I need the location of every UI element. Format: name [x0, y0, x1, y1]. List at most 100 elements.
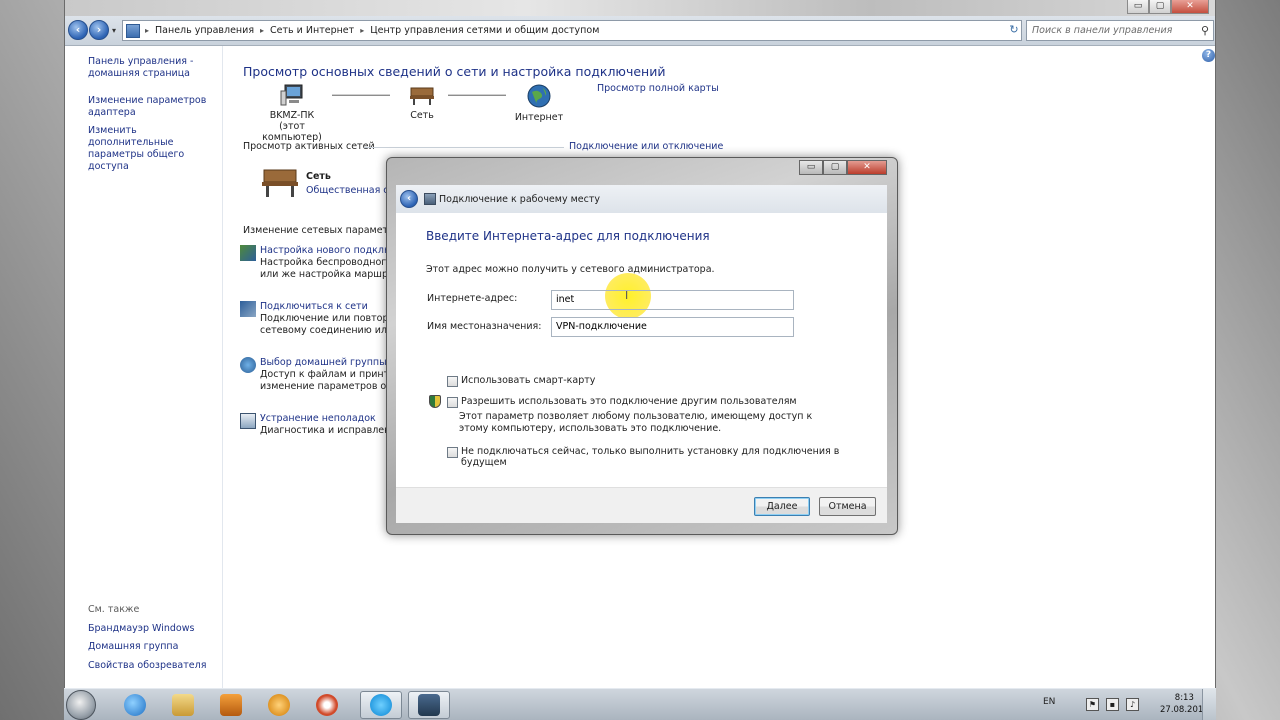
active-networks-label: Просмотр активных сетей [243, 141, 375, 152]
dialog-minimize-button[interactable]: ▭ [799, 160, 823, 175]
start-button[interactable] [66, 690, 96, 720]
map-node-computer[interactable]: BKMZ-ПК (этот компьютер) [256, 84, 328, 143]
search-input[interactable]: Поиск в панели управления ⚲ [1026, 20, 1214, 41]
internet-address-field[interactable]: inet [551, 290, 794, 310]
smartcard-checkbox[interactable] [447, 376, 458, 387]
dialog-close-button[interactable]: ✕ [847, 160, 887, 175]
uac-shield-icon [429, 395, 441, 408]
see-also-header: См. также [88, 604, 140, 615]
window-titlebar[interactable]: ▭ ▢ ✕ [65, 0, 1215, 16]
see-also-homegroup-link[interactable]: Домашняя группа [88, 641, 178, 653]
show-desktop-button[interactable] [1202, 689, 1216, 720]
allow-others-label: Разрешить использовать это подключение д… [461, 396, 797, 407]
bench-network-icon [262, 169, 298, 197]
dialog-header: ‹ Подключение к рабочему месту [396, 185, 887, 213]
taskbar: EN ⚑ ▪ ♪ 8:13 27.08.2014 [64, 688, 1216, 720]
breadcrumb-control-panel[interactable]: Панель управления [151, 25, 258, 36]
taskbar-app[interactable] [360, 691, 402, 719]
dont-connect-option[interactable]: Не подключаться сейчас, только выполнить… [447, 446, 887, 468]
advanced-sharing-link[interactable]: Изменить дополнительные параметры общего… [88, 125, 218, 173]
internet-address-label: Интернете-адрес: [427, 293, 518, 304]
internet-node-label: Интернет [514, 112, 564, 123]
skype-icon [370, 694, 392, 716]
section-divider [364, 147, 564, 148]
adapter-settings-link[interactable]: Изменение параметров адаптера [88, 95, 208, 119]
dialog-heading: Введите Интернета-адрес для подключения [426, 229, 710, 243]
computer-name: BKMZ-ПК [269, 110, 315, 121]
refresh-icon[interactable]: ↻ [1005, 20, 1023, 41]
language-indicator[interactable]: EN [1043, 697, 1055, 707]
aimp-icon [268, 694, 290, 716]
destination-name-label: Имя местоназначения: [427, 321, 542, 332]
map-connector [332, 94, 390, 96]
taskbar-app[interactable] [306, 691, 348, 719]
window-controls: ▭ ▢ ✕ [1127, 0, 1209, 14]
forward-arrow-icon[interactable]: › [89, 20, 109, 40]
connect-network-icon [240, 301, 256, 317]
destination-name-field[interactable]: VPN-подключение [551, 317, 794, 337]
tray-volume-icon[interactable]: ♪ [1126, 698, 1139, 711]
taskbar-app[interactable] [210, 691, 252, 719]
maximize-button[interactable]: ▢ [1149, 0, 1171, 14]
minimize-button[interactable]: ▭ [1127, 0, 1149, 14]
taskbar-app[interactable] [162, 691, 204, 719]
dialog-maximize-button[interactable]: ▢ [823, 160, 847, 175]
breadcrumb-network-internet[interactable]: Сеть и Интернет [266, 25, 358, 36]
chevron-right-icon[interactable]: ▸ [258, 26, 266, 35]
internet-explorer-icon [124, 694, 146, 716]
view-full-map-link[interactable]: Просмотр полной карты [597, 83, 719, 94]
tray-flag-icon[interactable]: ⚑ [1086, 698, 1099, 711]
cancel-button[interactable]: Отмена [819, 497, 876, 516]
vpn-connection-dialog: ▭ ▢ ✕ ‹ Подключение к рабочему месту Вве… [386, 157, 898, 535]
search-placeholder: Поиск в панели управления [1032, 25, 1173, 36]
address-bar[interactable]: ▸ Панель управления ▸ Сеть и Интернет ▸ … [122, 20, 1022, 41]
map-node-network[interactable]: Сеть [400, 84, 444, 121]
allow-others-option[interactable]: Разрешить использовать это подключение д… [447, 396, 797, 408]
new-connection-icon [240, 245, 256, 261]
chevron-right-icon[interactable]: ▸ [143, 26, 151, 35]
smartcard-option[interactable]: Использовать смарт-карту [447, 375, 595, 387]
page-title: Просмотр основных сведений о сети и наст… [243, 64, 666, 79]
see-also-internet-options-link[interactable]: Свойства обозревателя [88, 660, 206, 672]
workplace-connection-icon [424, 193, 436, 205]
folder-icon [172, 694, 194, 716]
media-player-icon [220, 694, 242, 716]
allow-others-description: Этот параметр позволяет любому пользоват… [459, 411, 813, 434]
control-panel-home-link[interactable]: Панель управления - домашняя страница [88, 56, 208, 80]
search-icon[interactable]: ⚲ [1201, 24, 1209, 37]
bench-network-icon [410, 87, 434, 105]
next-button[interactable]: Далее [754, 497, 810, 516]
smartcard-label: Использовать смарт-карту [461, 375, 596, 386]
dialog-controls: ▭ ▢ ✕ [799, 160, 887, 175]
chevron-right-icon[interactable]: ▸ [358, 26, 366, 35]
close-button[interactable]: ✕ [1171, 0, 1209, 14]
change-settings-label: Изменение сетевых параметров [243, 225, 406, 236]
see-also-firewall-link[interactable]: Брандмауэр Windows [88, 623, 194, 635]
dialog-title: Подключение к рабочему месту [439, 193, 600, 205]
breadcrumb-network-center[interactable]: Центр управления сетями и общим доступом [366, 25, 603, 36]
computer-caption: (этот компьютер) [262, 121, 322, 143]
taskbar-app[interactable] [114, 691, 156, 719]
back-arrow-icon[interactable]: ‹ [400, 190, 418, 208]
map-connector [448, 94, 506, 96]
eye-app-icon [316, 694, 338, 716]
dont-connect-label: Не подключаться сейчас, только выполнить… [461, 446, 840, 468]
connect-disconnect-link[interactable]: Подключение или отключение [569, 141, 723, 152]
left-pane: Панель управления - домашняя страница Из… [65, 46, 223, 688]
active-network-name: Сеть [306, 171, 331, 182]
text-cursor-icon: I [625, 289, 629, 302]
control-panel-icon [126, 23, 140, 38]
recent-pages-dropdown-icon[interactable]: ▾ [112, 26, 116, 35]
map-node-internet[interactable]: Интернет [511, 84, 567, 123]
taskbar-app[interactable] [258, 691, 300, 719]
taskbar-app[interactable] [408, 691, 450, 719]
navigation-bar: ‹ › ▾ ▸ Панель управления ▸ Сеть и Интер… [65, 16, 1215, 46]
allow-others-checkbox[interactable] [447, 397, 458, 408]
tray-network-icon[interactable]: ▪ [1106, 698, 1119, 711]
dont-connect-checkbox[interactable] [447, 447, 458, 458]
globe-icon [527, 84, 551, 108]
network-center-icon [418, 694, 440, 716]
network-node-label: Сеть [410, 110, 434, 121]
back-arrow-icon[interactable]: ‹ [68, 20, 88, 40]
troubleshoot-icon [240, 413, 256, 429]
